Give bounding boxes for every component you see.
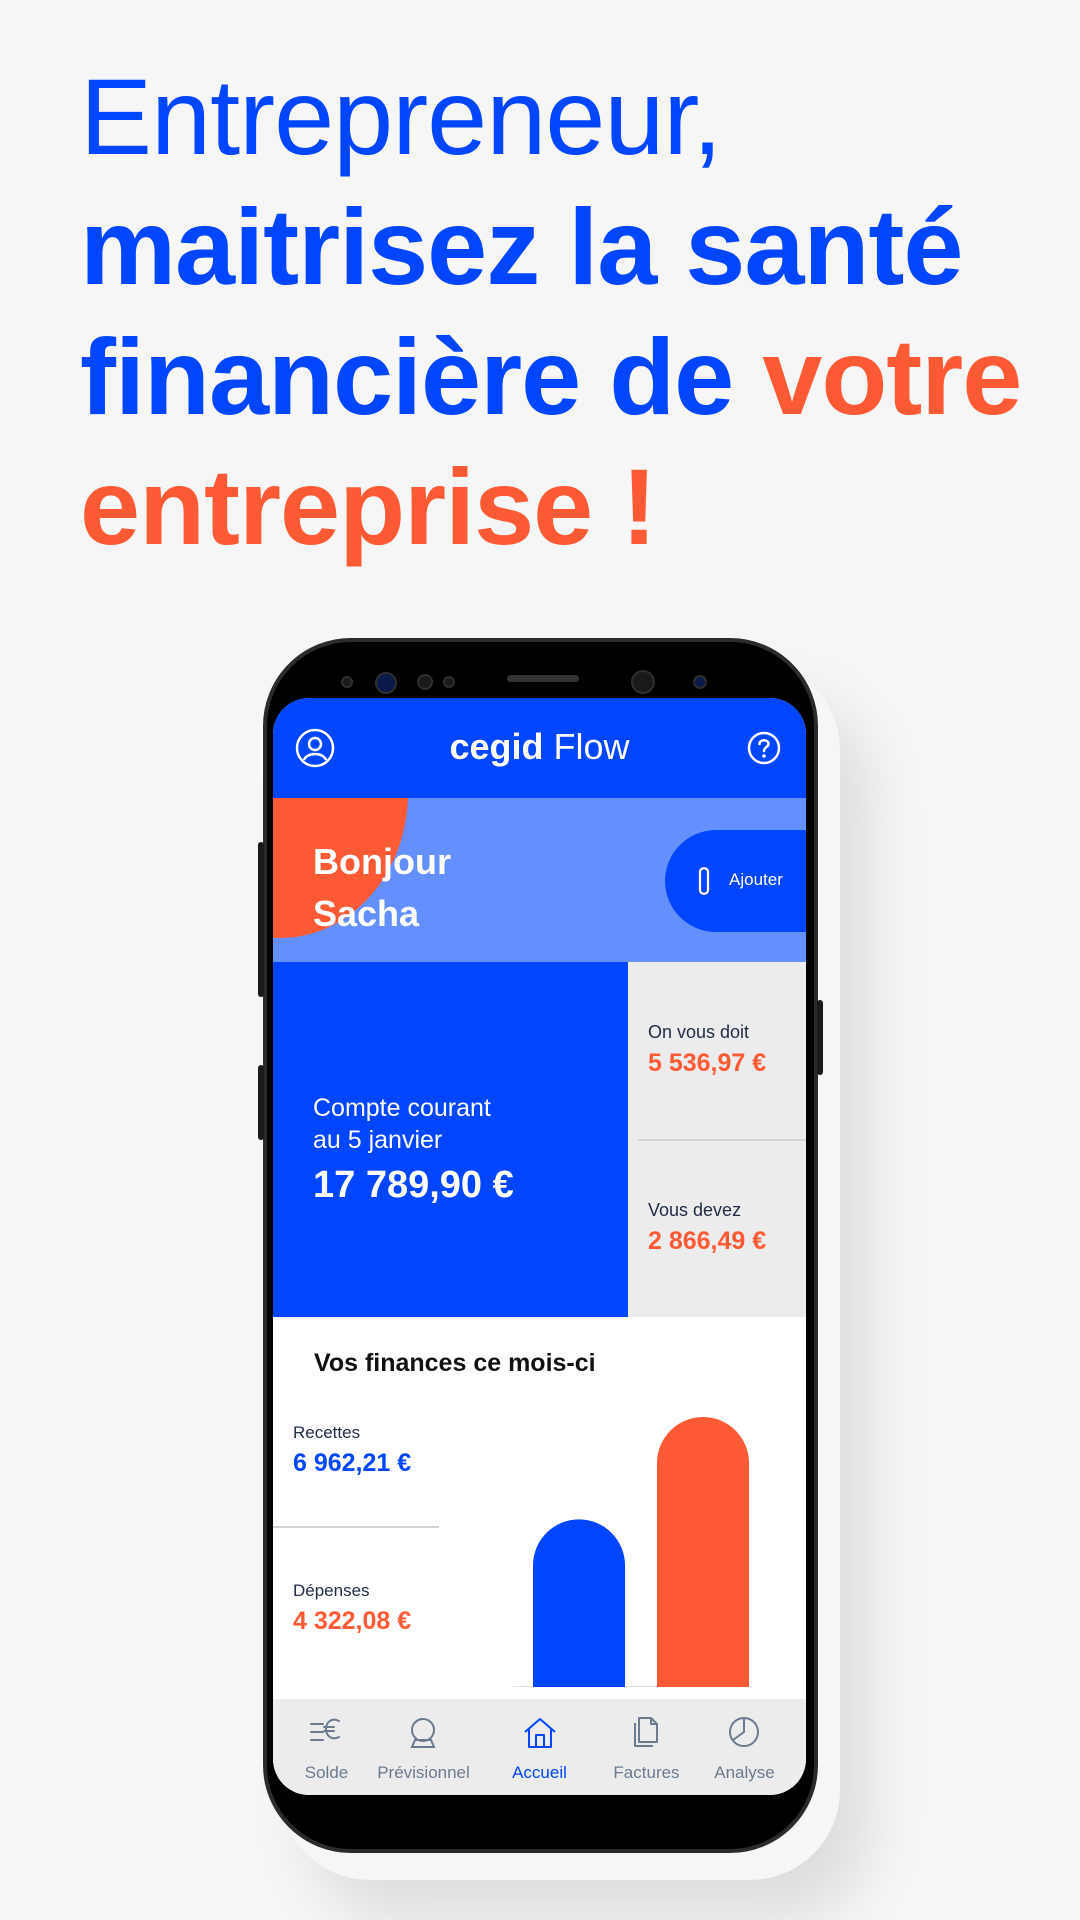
account-label-line-2: au 5 janvier xyxy=(313,1126,443,1154)
bixby-button xyxy=(258,1065,264,1140)
owed-to-you-block[interactable]: On vous doit 5 536,97 € xyxy=(648,1022,766,1078)
brand-bold: cegid xyxy=(449,726,544,767)
account-balance: 17 789,90 € xyxy=(313,1164,514,1206)
nav-label: Analyse xyxy=(714,1763,775,1782)
nav-label: Solde xyxy=(304,1763,349,1782)
nav-label: Prévisionnel xyxy=(377,1763,470,1782)
owed-to-you-label: On vous doit xyxy=(648,1022,750,1042)
you-owe-label: Vous devez xyxy=(648,1200,742,1220)
greeting-banner: Bonjour Sacha Ajouter xyxy=(273,798,806,962)
headline-line-1: Entrepreneur, xyxy=(80,56,722,177)
finances-bar-chart xyxy=(513,1417,753,1687)
home-icon xyxy=(524,1718,556,1748)
nav-label: Factures xyxy=(613,1763,680,1782)
greeting-text: Bonjour Sacha xyxy=(313,836,553,940)
front-camera-icon xyxy=(375,672,397,694)
finances-card: Vos finances ce mois-ci Recettes 6 962,2… xyxy=(273,1317,806,1699)
account-card[interactable]: Compte courant au 5 janvier 17 789,90 € xyxy=(273,962,628,1317)
sensor-icon xyxy=(693,675,707,689)
account-label-line-1: Compte courant xyxy=(313,1094,491,1122)
owed-to-you-value: 5 536,97 € xyxy=(648,1049,767,1077)
divider xyxy=(273,1526,439,1528)
headline-line-4: entreprise ! xyxy=(80,446,657,567)
income-label: Recettes xyxy=(293,1423,361,1442)
nav-label: Accueil xyxy=(512,1763,567,1782)
account-label: Compte courant au 5 janvier xyxy=(313,1092,593,1156)
paperclip-icon xyxy=(698,867,710,895)
expense-bar xyxy=(533,1519,625,1687)
you-owe-block[interactable]: Vous devez 2 866,49 € xyxy=(648,1200,766,1256)
add-button-label: Ajouter xyxy=(729,870,783,889)
add-button[interactable]: Ajouter xyxy=(665,830,806,932)
income-block[interactable]: Recettes 6 962,21 € xyxy=(293,1423,411,1478)
sensor-icon xyxy=(443,676,455,688)
expense-value: 4 322,08 € xyxy=(293,1607,412,1635)
bottom-navigation: Solde Prévisionnel Accueil Factures Anal… xyxy=(273,1699,806,1795)
sensor-icon xyxy=(417,674,433,690)
headline-line-3: financière de votre xyxy=(80,312,1040,442)
app-brand: cegid Flow xyxy=(273,726,806,768)
nav-item-previsionnel[interactable]: Prévisionnel xyxy=(370,1699,477,1795)
nav-item-solde[interactable]: Solde xyxy=(273,1699,380,1795)
documents-icon xyxy=(634,1717,658,1747)
sensor-icon xyxy=(341,676,353,688)
app-header: cegid Flow xyxy=(273,698,806,798)
income-bar xyxy=(657,1417,749,1687)
camera-icon xyxy=(631,670,655,694)
power-button xyxy=(817,1000,823,1075)
divider xyxy=(638,1139,806,1141)
app-screen: cegid Flow Bonjour Sacha Ajouter Compte … xyxy=(273,698,806,1795)
income-value: 6 962,21 € xyxy=(293,1449,412,1477)
expense-block[interactable]: Dépenses 4 322,08 € xyxy=(293,1581,411,1636)
headline-line-3-orange: votre xyxy=(762,316,1022,437)
volume-button xyxy=(258,842,264,997)
headline-line-3-blue: financière de xyxy=(80,316,763,437)
expense-label: Dépenses xyxy=(293,1581,370,1600)
help-icon[interactable] xyxy=(746,730,782,766)
speaker-grille xyxy=(507,675,579,682)
greeting-name: Sacha xyxy=(313,893,420,934)
nav-item-factures[interactable]: Factures xyxy=(593,1699,700,1795)
receivables-panel: On vous doit 5 536,97 € Vous devez 2 866… xyxy=(628,962,806,1317)
crystal-ball-icon xyxy=(410,1718,436,1748)
you-owe-value: 2 866,49 € xyxy=(648,1227,767,1255)
pie-chart-icon xyxy=(729,1717,759,1747)
nav-item-accueil[interactable]: Accueil xyxy=(486,1699,593,1795)
greeting-line-1: Bonjour xyxy=(313,841,451,882)
headline: Entrepreneur, maitrisez la santé financi… xyxy=(80,52,1040,572)
brand-light: Flow xyxy=(553,726,630,767)
headline-line-2: maitrisez la santé xyxy=(80,186,963,307)
nav-item-analyse[interactable]: Analyse xyxy=(691,1699,798,1795)
balance-euro-icon xyxy=(310,1718,340,1741)
phone-bezel xyxy=(267,642,814,702)
